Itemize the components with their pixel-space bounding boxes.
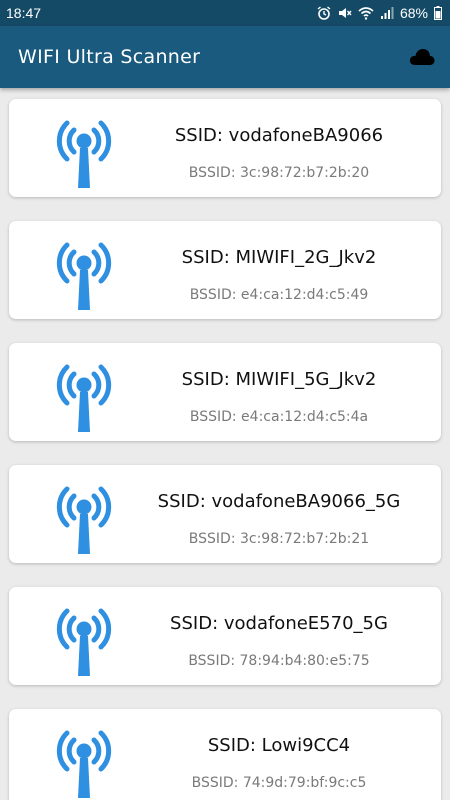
cloud-icon xyxy=(409,49,435,65)
network-card[interactable]: SSID: MIWIFI_2G_Jkv2 BSSID: e4:ca:12:d4:… xyxy=(9,221,441,319)
network-bssid: BSSID: 74:9d:79:bf:9c:c5 xyxy=(191,775,367,791)
battery-icon xyxy=(434,6,442,20)
network-list: SSID: vodafoneBA9066 BSSID: 3c:98:72:b7:… xyxy=(0,88,450,800)
wifi-antenna-icon xyxy=(56,364,112,432)
wifi-antenna-icon xyxy=(56,242,112,310)
network-bssid: BSSID: 3c:98:72:b7:2b:21 xyxy=(188,531,370,547)
network-ssid: SSID: MIWIFI_2G_Jkv2 xyxy=(181,247,377,268)
network-card[interactable]: SSID: vodafoneBA9066 BSSID: 3c:98:72:b7:… xyxy=(9,99,441,197)
wifi-antenna-icon xyxy=(56,608,112,676)
cell-signal-icon xyxy=(380,7,394,19)
status-bar: 18:47 68% xyxy=(0,0,450,26)
alarm-icon xyxy=(317,6,331,20)
network-bssid: BSSID: e4:ca:12:d4:c5:4a xyxy=(189,409,369,425)
wifi-antenna-icon xyxy=(56,730,112,798)
network-bssid: BSSID: 3c:98:72:b7:2b:20 xyxy=(188,165,370,181)
app-bar: WIFI Ultra Scanner xyxy=(0,26,450,88)
network-ssid: SSID: vodafoneBA9066 xyxy=(174,125,384,146)
battery-percent: 68% xyxy=(399,5,428,21)
mute-icon xyxy=(338,8,352,18)
app-title: WIFI Ultra Scanner xyxy=(18,46,201,68)
wifi-signal-icon xyxy=(358,7,374,20)
cloud-button[interactable] xyxy=(406,41,438,73)
status-icons: 68% xyxy=(317,5,442,21)
network-ssid: SSID: Lowi9CC4 xyxy=(207,735,351,756)
network-ssid: SSID: vodafoneE570_5G xyxy=(170,613,388,634)
status-time: 18:47 xyxy=(6,5,42,21)
wifi-antenna-icon xyxy=(56,486,112,554)
network-ssid: SSID: vodafoneBA9066_5G xyxy=(157,491,401,512)
network-bssid: BSSID: e4:ca:12:d4:c5:49 xyxy=(189,287,369,303)
network-bssid: BSSID: 78:94:b4:80:e5:75 xyxy=(188,653,370,669)
network-card[interactable]: SSID: MIWIFI_5G_Jkv2 BSSID: e4:ca:12:d4:… xyxy=(9,343,441,441)
network-card[interactable]: SSID: vodafoneBA9066_5G BSSID: 3c:98:72:… xyxy=(9,465,441,563)
network-ssid: SSID: MIWIFI_5G_Jkv2 xyxy=(181,369,377,390)
network-card[interactable]: SSID: vodafoneE570_5G BSSID: 78:94:b4:80… xyxy=(9,587,441,685)
wifi-antenna-icon xyxy=(56,120,112,188)
network-card[interactable]: SSID: Lowi9CC4 BSSID: 74:9d:79:bf:9c:c5 xyxy=(9,709,441,800)
